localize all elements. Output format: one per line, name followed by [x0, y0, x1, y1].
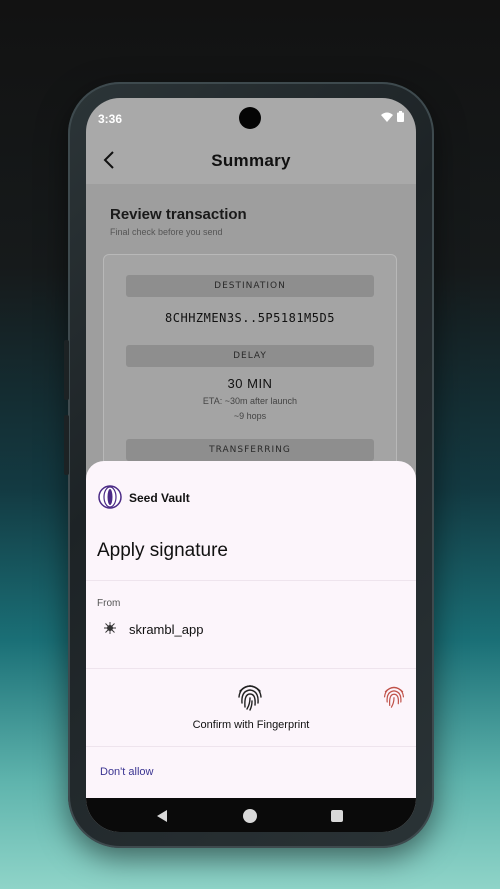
- power-button: [64, 415, 69, 475]
- navigation-bar: [86, 798, 416, 832]
- eta-text: ETA: ~30m after launch: [202, 396, 298, 406]
- front-camera: [239, 107, 261, 129]
- app-header: Summary: [86, 138, 416, 184]
- phone-screen: 3:36 Summary Review transaction Final ch…: [86, 98, 416, 832]
- nav-recents-icon[interactable]: [331, 810, 343, 822]
- battery-icon: [397, 111, 404, 122]
- review-title: Review transaction: [110, 206, 247, 223]
- page-title: Summary: [211, 151, 291, 170]
- signature-sheet: Seed Vault Apply signature From skrambl_…: [86, 461, 416, 798]
- divider: [86, 580, 416, 581]
- fingerprint-icon[interactable]: [236, 681, 264, 711]
- divider: [86, 746, 416, 747]
- delay-label: DELAY: [126, 345, 374, 367]
- hops-text: ~9 hops: [233, 411, 267, 421]
- dont-allow-button[interactable]: Don't allow: [100, 766, 153, 778]
- review-subtitle: Final check before you send: [110, 227, 223, 237]
- status-time: 3:36: [98, 112, 123, 126]
- from-label: From: [97, 598, 121, 609]
- requesting-app-name: skrambl_app: [129, 622, 204, 637]
- seed-vault-logo: [98, 485, 122, 509]
- delay-value: 30 MIN: [227, 376, 273, 391]
- status-icons: [381, 111, 404, 122]
- fingerprint-alt-icon[interactable]: [382, 683, 406, 709]
- status-bar: 3:36: [86, 98, 416, 138]
- nav-home-icon[interactable]: [243, 809, 257, 823]
- nav-back-icon[interactable]: [156, 810, 168, 822]
- app-icon: [104, 622, 116, 634]
- destination-value: 8CHHZMEN3S..5P5181M5D5: [165, 311, 335, 325]
- volume-button: [64, 340, 69, 400]
- transferring-label: TRANSFERRING: [126, 439, 374, 461]
- wifi-icon: [381, 112, 393, 122]
- vault-name: Seed Vault: [129, 491, 190, 505]
- fingerprint-label: Confirm with Fingerprint: [192, 719, 310, 731]
- divider: [86, 668, 416, 669]
- sheet-title: Apply signature: [97, 540, 228, 561]
- destination-label: DESTINATION: [126, 275, 374, 297]
